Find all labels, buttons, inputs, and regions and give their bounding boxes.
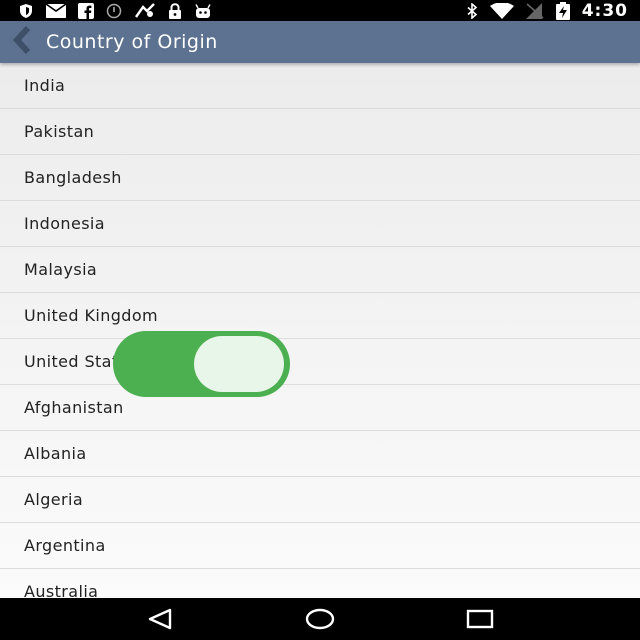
facebook-icon [78, 2, 94, 19]
status-left-icons [18, 2, 212, 19]
list-item[interactable]: United Kingdom [0, 293, 640, 339]
sync-icon [106, 3, 122, 19]
wifi-icon [489, 2, 514, 19]
country-list[interactable]: India Pakistan Bangladesh Indonesia Mala… [0, 63, 640, 598]
list-item[interactable]: Albania [0, 431, 640, 477]
list-item[interactable]: Algeria [0, 477, 640, 523]
list-item[interactable]: Afghanistan [0, 385, 640, 431]
battery-charging-icon [555, 1, 570, 20]
android-icon [194, 3, 212, 19]
list-item[interactable]: Bangladesh [0, 155, 640, 201]
list-item[interactable]: Australia [0, 569, 640, 598]
back-triangle-icon[interactable] [130, 598, 190, 640]
list-item[interactable]: India [0, 63, 640, 109]
status-right-icons: 4:30 [466, 1, 628, 21]
list-item[interactable]: United States [0, 339, 640, 385]
nav-bar [0, 598, 640, 640]
overlay-toggle-switch[interactable] [113, 331, 290, 397]
lock-icon [168, 2, 182, 19]
chevron-left-icon [12, 25, 34, 59]
bluetooth-icon [466, 2, 478, 19]
list-item[interactable]: Indonesia [0, 201, 640, 247]
signal-off-icon [525, 2, 544, 19]
toolbar: Country of Origin [0, 21, 640, 63]
shield-icon [18, 3, 34, 19]
list-item[interactable]: Malaysia [0, 247, 640, 293]
list-item[interactable]: Argentina [0, 523, 640, 569]
status-clock: 4:30 [581, 0, 628, 21]
page-title: Country of Origin [46, 31, 218, 53]
list-item[interactable]: Pakistan [0, 109, 640, 155]
home-circle-icon[interactable] [290, 598, 350, 640]
status-bar: 4:30 [0, 0, 640, 21]
toggle-knob [194, 336, 284, 392]
mail-icon [46, 3, 66, 19]
back-button[interactable] [0, 21, 46, 63]
recents-square-icon[interactable] [450, 598, 510, 640]
fake-gps-icon [134, 2, 156, 19]
